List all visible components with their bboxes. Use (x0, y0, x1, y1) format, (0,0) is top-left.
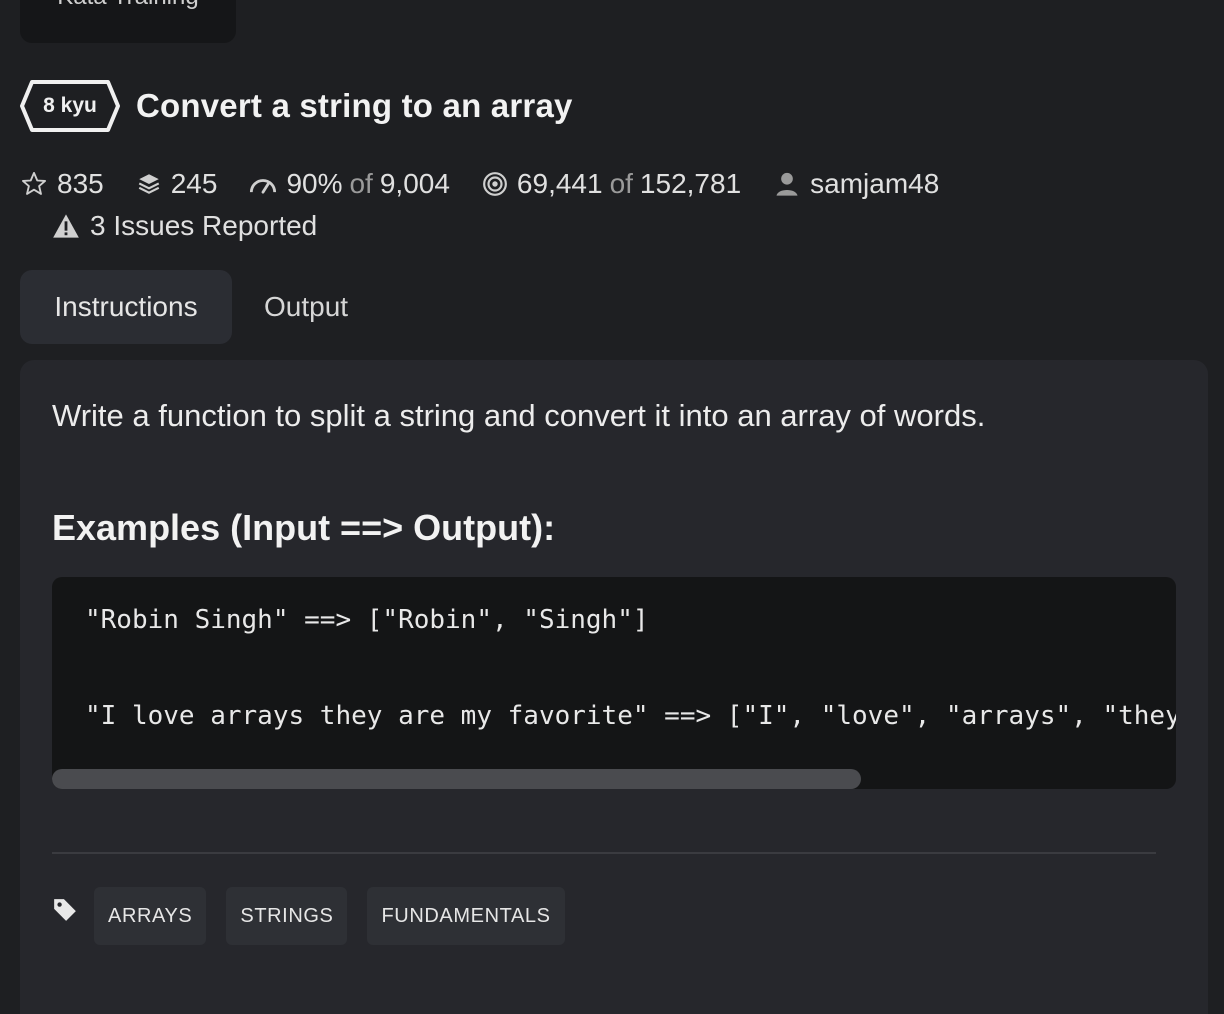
kata-title-row: 8 kyu Convert a string to an array (20, 78, 573, 134)
kata-training-button[interactable]: Kata Training (20, 0, 236, 43)
completed-of: of (609, 168, 633, 199)
collection-icon (138, 174, 159, 194)
stars-count: 835 (57, 168, 104, 199)
satisfaction-percent: 90% (286, 168, 343, 199)
tab-instructions[interactable]: Instructions (20, 270, 232, 344)
rank-badge: 8 kyu (20, 79, 120, 133)
examples-code-block[interactable]: "Robin Singh" ==> ["Robin", "Singh"] "I … (52, 577, 1176, 789)
rank-label: 8 kyu (43, 94, 97, 117)
divider (52, 852, 1156, 854)
user-icon (776, 172, 798, 196)
attempted-count: 152,781 (639, 168, 742, 199)
examples-heading: Examples (Input ==> Output): (52, 507, 556, 548)
kata-tags: ARRAYS STRINGS FUNDAMENTALS (52, 886, 585, 946)
code-line: "Robin Singh" ==> ["Robin", "Singh"] (85, 605, 649, 635)
stars-stat[interactable]: 835 (20, 168, 104, 200)
satisfaction-votes: 9,004 (379, 168, 450, 199)
gauge-icon (250, 179, 277, 194)
kata-stats: 835 245 90% of 9,004 69,441 of 152,781 s… (20, 164, 971, 204)
author-stat[interactable]: samjam48 (773, 168, 939, 200)
completed-count: 69,441 (516, 168, 603, 199)
tab-output[interactable]: Output (232, 270, 380, 344)
issues-reported-link[interactable]: 3 Issues Reported (52, 207, 317, 245)
issues-label: 3 Issues Reported (90, 210, 318, 241)
kata-title: Convert a string to an array (136, 87, 573, 124)
satisfaction-stat: 90% of 9,004 (249, 168, 450, 200)
tag-arrays[interactable]: ARRAYS (94, 887, 207, 945)
kata-training-label: Kata Training (57, 0, 198, 11)
tag-icon (54, 899, 76, 921)
instructions-panel: Write a function to split a string and c… (20, 360, 1208, 1014)
tag-strings[interactable]: STRINGS (226, 887, 348, 945)
code-line: "I love arrays they are my favorite" ==>… (85, 701, 1176, 731)
author-name: samjam48 (810, 168, 940, 199)
tag-fundamentals[interactable]: FUNDAMENTALS (367, 887, 565, 945)
horizontal-scrollbar-thumb[interactable] (52, 769, 861, 789)
collections-stat[interactable]: 245 (136, 168, 218, 200)
warning-icon (53, 214, 79, 238)
kata-tabs: Instructions Output (20, 270, 380, 344)
collections-count: 245 (170, 168, 218, 199)
kata-page: Kata Training 8 kyu Convert a string to … (0, 0, 1224, 1014)
star-icon (21, 171, 47, 195)
satisfaction-of: of (349, 168, 373, 199)
kata-description: Write a function to split a string and c… (52, 398, 986, 433)
completions-stat: 69,441 of 152,781 (482, 168, 741, 200)
target-icon (483, 172, 507, 196)
